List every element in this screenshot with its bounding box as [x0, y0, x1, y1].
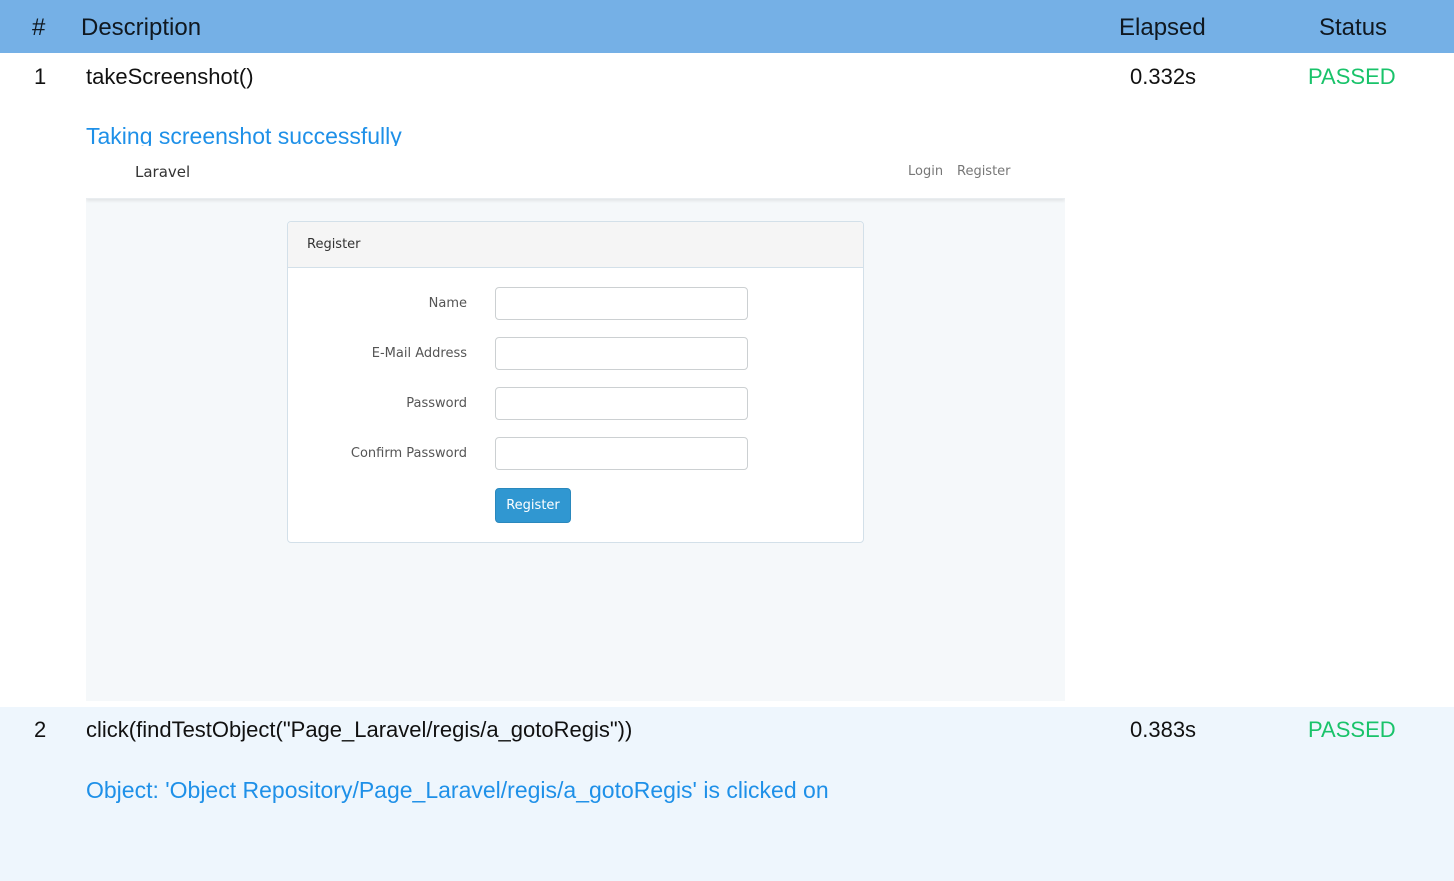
screenshot-brand: Laravel: [135, 163, 191, 181]
row-number: 2: [34, 717, 47, 742]
screenshot-password-label: Password: [406, 396, 467, 411]
column-header-elapsed: Elapsed: [1119, 14, 1206, 41]
log-message: Object: 'Object Repository/Page_Laravel/…: [86, 777, 829, 803]
screenshot-navbar: Laravel Login Register: [86, 146, 1065, 199]
screenshot-image: Laravel Login Register Register Name E-M…: [86, 146, 1065, 701]
row-description: takeScreenshot(): [86, 64, 254, 89]
screenshot-name-field: [495, 287, 748, 320]
screenshot-register-button: Register: [495, 488, 571, 523]
screenshot-name-label: Name: [428, 296, 467, 311]
screenshot-panel-heading: Register: [288, 222, 863, 268]
column-header-description: Description: [81, 14, 202, 41]
column-header-number: #: [32, 14, 46, 41]
row-elapsed: 0.332s: [1130, 64, 1197, 89]
status-badge: PASSED: [1308, 717, 1396, 742]
screenshot-login-link: Login: [908, 164, 944, 179]
row-elapsed: 0.383s: [1130, 717, 1197, 742]
status-badge: PASSED: [1308, 64, 1396, 89]
screenshot-panel-title: Register: [307, 237, 361, 252]
table-header: # Description Elapsed Status: [0, 0, 1454, 53]
screenshot-register-panel: Register Name E-Mail Address Password Co…: [287, 221, 864, 543]
row-number: 1: [34, 64, 47, 89]
row-description: click(findTestObject("Page_Laravel/regis…: [86, 717, 633, 742]
screenshot-confirm-password-label: Confirm Password: [350, 446, 467, 461]
screenshot-password-field: [495, 387, 748, 420]
screenshot-email-label: E-Mail Address: [371, 346, 467, 361]
column-header-status: Status: [1319, 14, 1388, 41]
screenshot-email-field: [495, 337, 748, 370]
screenshot-register-link: Register: [957, 164, 1011, 179]
screenshot-confirm-password-field: [495, 437, 748, 470]
